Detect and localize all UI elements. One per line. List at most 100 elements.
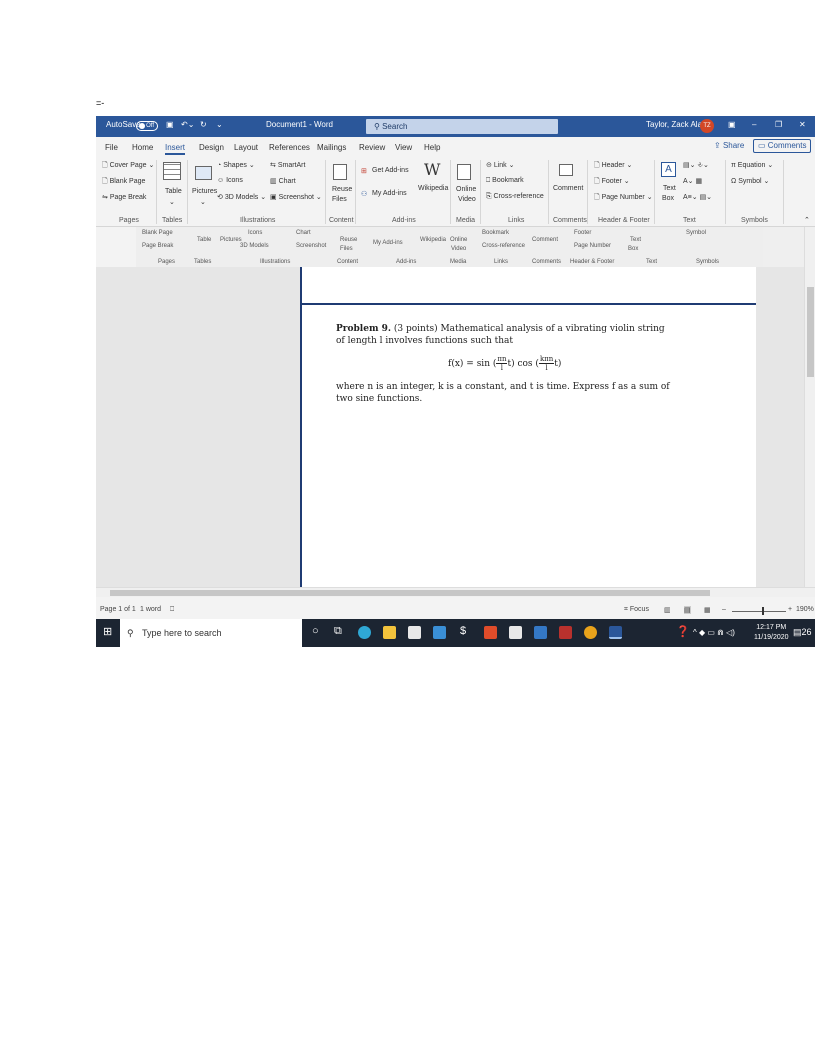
tab-layout[interactable]: Layout [234, 143, 258, 152]
tab-references[interactable]: References [269, 143, 310, 152]
pictures-dropdown-icon[interactable]: ⌄ [200, 198, 206, 206]
zoom-level[interactable]: 190% [796, 606, 814, 613]
3d-models-button[interactable]: ⟲ 3D Models ⌄ [217, 193, 266, 201]
table-dropdown-icon[interactable]: ⌄ [169, 198, 175, 206]
app-icon[interactable]: $ [460, 625, 466, 637]
bookmark-button[interactable]: ⎕ Bookmark [486, 177, 524, 185]
task-view-icon[interactable]: ⧉ [334, 625, 342, 638]
tab-review[interactable]: Review [359, 143, 385, 152]
word-count[interactable]: 1 word [140, 606, 161, 613]
notepad-icon[interactable] [509, 626, 522, 639]
equation-button[interactable]: π Equation ⌄ [731, 161, 773, 169]
store-icon[interactable] [408, 626, 421, 639]
customize-quick-access-icon[interactable]: ⌄ [216, 120, 223, 129]
tab-insert[interactable]: Insert [165, 143, 186, 155]
comment-label[interactable]: Comment [553, 185, 583, 192]
reuse-files-icon[interactable] [333, 164, 347, 180]
tab-file[interactable]: File [105, 143, 118, 152]
print-layout-icon[interactable]: ▤ [684, 606, 691, 614]
vertical-scrollbar[interactable] [804, 227, 815, 587]
files-label[interactable]: Files [332, 196, 347, 203]
taskbar-search[interactable]: ⚲ Type here to search [120, 619, 302, 647]
wikipedia-icon[interactable]: W [424, 160, 440, 179]
page-count[interactable]: Page 1 of 1 [100, 606, 136, 613]
office-icon[interactable] [484, 626, 497, 639]
horizontal-scrollbar[interactable] [96, 587, 815, 597]
cover-page-button[interactable]: 🗋 Cover Page ⌄ [102, 161, 154, 172]
blank-page-button[interactable]: 🗋 Blank Page [102, 177, 145, 188]
camera-icon[interactable] [534, 626, 547, 639]
screenshot-button[interactable]: ▣ Screenshot ⌄ [270, 193, 322, 201]
minimize-icon[interactable]: – [752, 120, 756, 129]
windows-start-icon[interactable]: ⊞ [103, 625, 112, 638]
link-button[interactable]: ⊝ Link ⌄ [486, 161, 514, 169]
reuse-label[interactable]: Reuse [332, 186, 352, 193]
chrome-icon[interactable] [584, 626, 597, 639]
table-icon[interactable] [163, 162, 181, 180]
smartart-button[interactable]: ⇆ SmartArt [270, 161, 305, 169]
zoom-out-icon[interactable]: – [722, 606, 726, 613]
autosave-toggle[interactable]: Off [136, 121, 158, 131]
save-icon[interactable]: ▣ [166, 120, 174, 129]
search-box[interactable]: ⚲ Search [366, 119, 558, 134]
undo-icon[interactable]: ↶⌄ [181, 120, 194, 129]
zoom-slider[interactable] [732, 611, 786, 612]
tray-icons[interactable]: ^ ◆ ▭ ⋒ ◁) [693, 628, 735, 637]
document-area[interactable]: Problem 9. (3 points) Mathematical analy… [96, 267, 815, 589]
get-addins-icon[interactable]: ⊞ [361, 167, 367, 175]
cortana-icon[interactable]: ○ [312, 625, 319, 637]
box-label[interactable]: Box [662, 195, 674, 202]
zoom-in-icon[interactable]: + [788, 606, 792, 613]
redo-icon[interactable]: ↻ [200, 120, 207, 129]
vertical-scroll-thumb[interactable] [807, 287, 814, 377]
page-number-button[interactable]: 🗋 Page Number ⌄ [594, 193, 653, 204]
ribbon-display-icon[interactable]: ▣ [728, 120, 736, 129]
pictures-label[interactable]: Pictures [192, 188, 217, 195]
word-icon[interactable] [609, 626, 622, 639]
read-mode-icon[interactable]: ▥ [664, 606, 671, 614]
tab-view[interactable]: View [395, 143, 412, 152]
user-name[interactable]: Taylor, Zack Alan [646, 120, 706, 129]
icons-button[interactable]: ☺ Icons [217, 177, 243, 184]
table-label[interactable]: Table [165, 188, 182, 195]
focus-button[interactable]: ⌗ Focus [624, 606, 649, 614]
tab-mailings[interactable]: Mailings [317, 143, 346, 152]
page-break-button[interactable]: ⇋ Page Break [102, 193, 146, 201]
proofing-icon[interactable]: ⎕ [170, 606, 174, 614]
help-icon[interactable]: ❓ [676, 625, 690, 638]
wikipedia-label[interactable]: Wikipedia [418, 185, 448, 192]
horizontal-scroll-thumb[interactable] [110, 590, 710, 596]
file-explorer-icon[interactable] [383, 626, 396, 639]
my-addins-label[interactable]: My Add-ins [372, 190, 407, 197]
get-addins-label[interactable]: Get Add-ins [372, 167, 409, 174]
avatar[interactable]: TZ [700, 119, 714, 133]
cross-reference-button[interactable]: ⎘ Cross-reference [486, 193, 544, 201]
document-page[interactable]: Problem 9. (3 points) Mathematical analy… [300, 267, 756, 589]
zoom-slider-knob[interactable] [762, 607, 764, 615]
footer-button[interactable]: 🗋 Footer ⌄ [594, 177, 630, 188]
video-label[interactable]: Video [458, 196, 476, 203]
my-addins-icon[interactable]: ⚇ [361, 190, 367, 198]
text-box-icon[interactable]: A [661, 162, 676, 177]
restore-icon[interactable]: ❐ [775, 120, 782, 129]
mail-icon[interactable] [433, 626, 446, 639]
comment-icon[interactable] [559, 164, 573, 176]
drop-cap-icon[interactable]: A≡⌄ ▤⌄ [683, 193, 712, 201]
chart-button[interactable]: ▥ Chart [270, 177, 296, 185]
tab-home[interactable]: Home [132, 143, 153, 152]
close-icon[interactable]: ✕ [799, 120, 806, 129]
tab-design[interactable]: Design [199, 143, 224, 152]
notification-icon[interactable]: ▤26 [793, 627, 812, 638]
web-layout-icon[interactable]: ▦ [704, 606, 711, 614]
tab-help[interactable]: Help [424, 143, 440, 152]
wordart-icon[interactable]: A⌄ ▦ [683, 177, 702, 185]
collapse-ribbon-icon[interactable]: ⌃ [804, 216, 810, 224]
clock[interactable]: 12:17 PM 11/19/2020 [754, 623, 789, 643]
quick-parts-icon[interactable]: ▤⌄ ⎀⌄ [683, 161, 709, 170]
share-button[interactable]: ⇪ Share [714, 141, 744, 150]
pictures-icon[interactable] [195, 166, 212, 180]
text-label[interactable]: Text [663, 185, 676, 192]
symbol-button[interactable]: Ω Symbol ⌄ [731, 177, 769, 185]
online-label[interactable]: Online [456, 186, 476, 193]
reader-icon[interactable] [559, 626, 572, 639]
